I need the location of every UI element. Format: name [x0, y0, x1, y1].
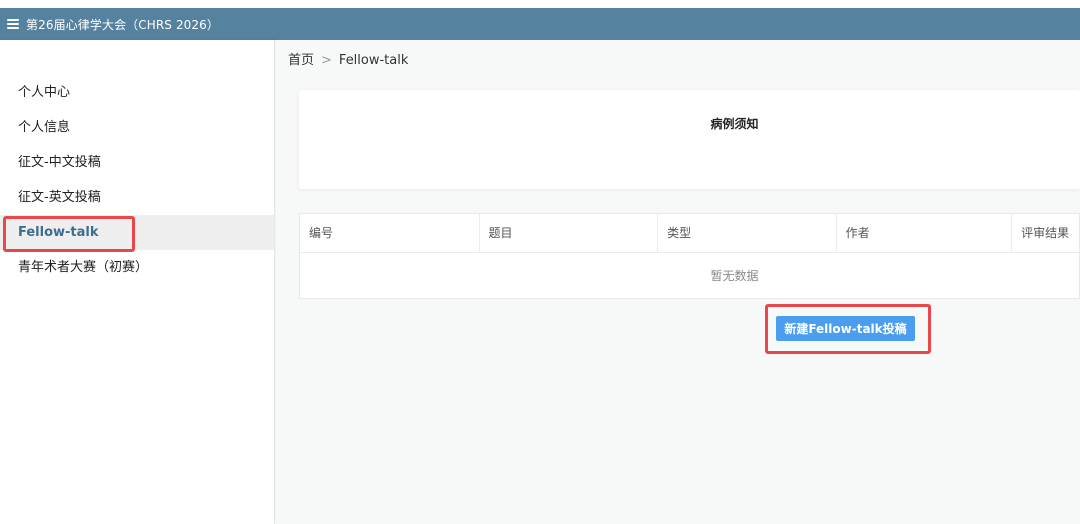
column-header-title: 题目	[480, 214, 659, 252]
top-bar: 第26届心律学大会（CHRS 2026）	[0, 8, 1080, 40]
breadcrumb-current: Fellow-talk	[338, 53, 409, 68]
column-header-author: 作者	[837, 214, 1013, 252]
submissions-table: 编号 题目 类型 作者 评审结果 暂无数据	[299, 213, 1080, 299]
sidebar: 个人中心 个人信息 征文-中文投稿 征文-英文投稿 Fellow-talk 青年…	[0, 40, 275, 524]
new-fellow-talk-button[interactable]: 新建Fellow-talk投稿	[776, 316, 915, 341]
sidebar-item-chinese-submission[interactable]: 征文-中文投稿	[0, 145, 274, 180]
table-header: 编号 题目 类型 作者 评审结果	[300, 214, 1079, 253]
breadcrumb-separator: >	[321, 53, 332, 68]
main-content: 首页 > Fellow-talk 病例须知 编号 题目 类型 作者 评审结果 暂无数…	[276, 40, 1080, 524]
sidebar-item-young-operator-contest[interactable]: 青年术者大赛（初赛）	[0, 250, 274, 285]
breadcrumb-home[interactable]: 首页	[288, 53, 314, 68]
sidebar-item-fellow-talk[interactable]: Fellow-talk	[0, 215, 274, 250]
breadcrumb: 首页 > Fellow-talk	[288, 49, 408, 68]
menu-icon[interactable]	[7, 19, 19, 29]
sidebar-item-personal-info[interactable]: 个人信息	[0, 110, 274, 145]
column-header-review-result: 评审结果	[1021, 226, 1070, 240]
sidebar-menu: 个人中心 个人信息 征文-中文投稿 征文-英文投稿 Fellow-talk 青年…	[0, 75, 274, 285]
column-header-type: 类型	[658, 214, 837, 252]
notice-card: 病例须知	[299, 90, 1080, 189]
app-title: 第26届心律学大会（CHRS 2026）	[26, 17, 219, 32]
sidebar-item-english-submission[interactable]: 征文-英文投稿	[0, 180, 274, 215]
notice-title[interactable]: 病例须知	[299, 115, 1080, 132]
sidebar-item-personal-center[interactable]: 个人中心	[0, 75, 274, 110]
column-header-number: 编号	[300, 214, 480, 252]
table-empty-text: 暂无数据	[710, 269, 759, 283]
